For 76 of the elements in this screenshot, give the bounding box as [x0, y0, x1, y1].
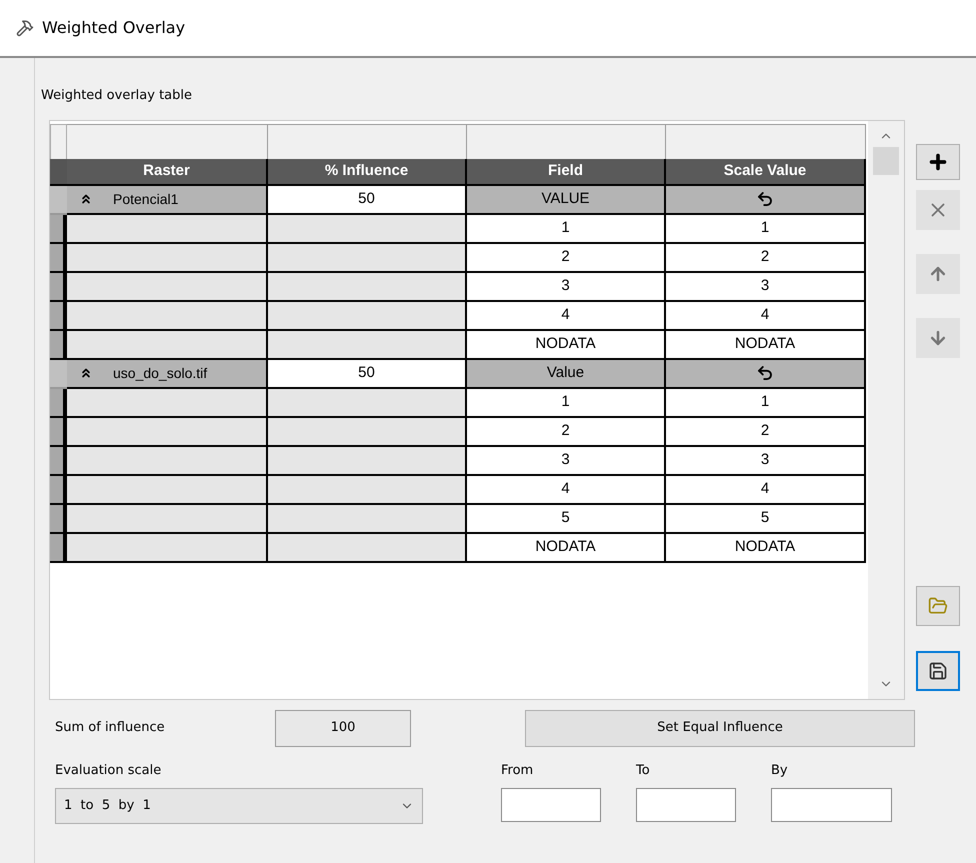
field-cell: 1 [467, 214, 666, 244]
field-cell: 3 [467, 446, 666, 476]
move-up-button[interactable] [916, 254, 960, 294]
column-header: Raster [67, 158, 268, 186]
hammer-icon [16, 19, 34, 37]
field-cell: NODATA [467, 534, 666, 562]
range-label: By [771, 762, 789, 780]
scroll-thumb[interactable] [873, 146, 900, 174]
reset-icon[interactable] [756, 364, 774, 382]
row-header[interactable] [50, 446, 67, 476]
field-header-cell: Value [467, 360, 666, 388]
plus-icon [927, 151, 949, 173]
evaluation-scale-label: Evaluation scale [55, 762, 162, 780]
row-header[interactable] [50, 388, 67, 418]
open-button[interactable] [916, 586, 960, 626]
table-label: Weighted overlay table [41, 87, 193, 105]
row-header[interactable] [50, 534, 67, 562]
scale-value-cell[interactable]: 1 [666, 214, 866, 244]
raster-name: uso_do_solo.tif [113, 364, 208, 383]
sum-label: Sum of influence [55, 718, 166, 736]
field-cell: 3 [467, 272, 666, 302]
row-header [50, 158, 67, 186]
range-field[interactable] [636, 788, 736, 822]
field-cell: 1 [467, 388, 666, 418]
row-header[interactable] [50, 302, 67, 330]
corner-cell [50, 124, 67, 158]
scale-value-cell[interactable]: NODATA [666, 534, 866, 562]
folder-icon [928, 596, 948, 616]
collapse-icon[interactable] [79, 366, 93, 380]
scrollbar[interactable] [868, 120, 904, 698]
field-cell: 2 [467, 244, 666, 272]
row-header[interactable] [50, 504, 67, 534]
row-header[interactable] [50, 418, 67, 446]
range-label: To [636, 762, 651, 780]
range-field[interactable] [771, 788, 892, 822]
scale-value-cell[interactable]: 4 [666, 476, 866, 504]
influence-cell[interactable]: 50 [268, 186, 467, 214]
save-button[interactable] [916, 651, 960, 691]
range-field[interactable] [501, 788, 601, 822]
scale-value-cell[interactable]: 1 [666, 388, 866, 418]
remove-button[interactable] [916, 190, 960, 230]
influence-cell[interactable]: 50 [268, 360, 467, 388]
evaluation-scale-dropdown[interactable]: 1 to 5 by 1 [55, 788, 423, 824]
row-header[interactable] [50, 214, 67, 244]
collapse-icon[interactable] [79, 192, 93, 206]
field-cell: 4 [467, 302, 666, 330]
row-header[interactable] [50, 330, 67, 360]
add-button[interactable] [916, 144, 960, 180]
field-cell: NODATA [467, 330, 666, 360]
set-equal-influence-button[interactable]: Set Equal Influence [525, 710, 915, 746]
raster-name: Potencial1 [113, 190, 178, 208]
scale-value-cell[interactable]: 4 [666, 302, 866, 330]
raster-cell[interactable]: Potencial1 [67, 186, 268, 214]
field-cell: 4 [467, 476, 666, 504]
column-header: Field [467, 158, 666, 186]
field-header-cell: VALUE [467, 186, 666, 214]
scale-value-cell[interactable]: 5 [666, 504, 866, 534]
column-header: Scale Value [666, 158, 866, 186]
row-header[interactable] [50, 476, 67, 504]
range-label: From [501, 762, 534, 780]
row-header[interactable] [50, 244, 67, 272]
scale-value-cell[interactable]: 3 [666, 446, 866, 476]
field-cell: 2 [467, 418, 666, 446]
scale-value-cell[interactable]: NODATA [666, 330, 866, 360]
move-down-button[interactable] [916, 318, 960, 358]
field-cell: 5 [467, 504, 666, 534]
raster-cell[interactable]: uso_do_solo.tif [67, 360, 268, 388]
row-header[interactable] [50, 272, 67, 302]
window-title: Weighted Overlay [42, 17, 186, 39]
reset-icon[interactable] [756, 190, 774, 208]
scale-value-cell[interactable]: 2 [666, 244, 866, 272]
column-header: % Influence [268, 158, 467, 186]
save-icon [928, 661, 948, 681]
scale-value-cell[interactable]: 2 [666, 418, 866, 446]
scale-value-cell[interactable]: 3 [666, 272, 866, 302]
sum-field: 100 [275, 710, 411, 746]
